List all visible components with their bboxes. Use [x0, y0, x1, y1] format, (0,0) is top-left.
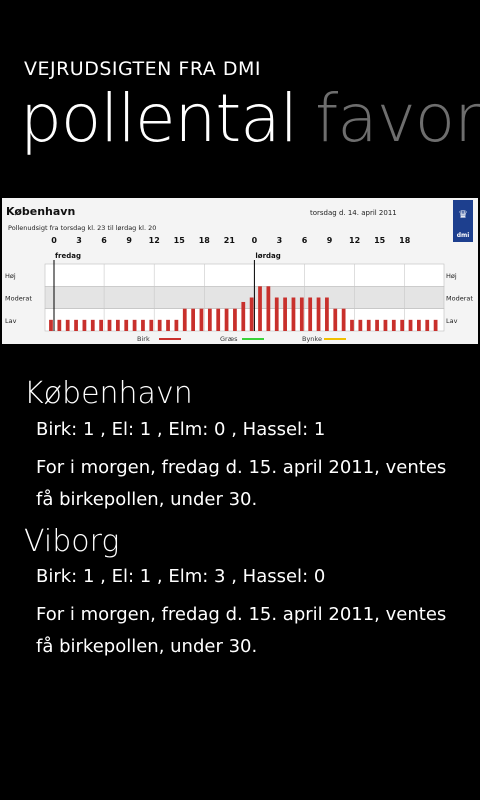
hour-tick-label: 3 [76, 236, 82, 245]
pollen-bar-birk [124, 319, 129, 331]
pollen-bar-birk [400, 319, 405, 331]
hour-tick-label: 9 [126, 236, 132, 245]
hour-tick-label: 18 [199, 236, 211, 245]
pollen-bar-birk [157, 319, 162, 331]
app-title: VEJRUDSIGTEN FRA DMI [24, 58, 261, 80]
hour-tick-label: 15 [374, 236, 386, 245]
chart-city: København [6, 205, 75, 218]
level-label-right: Høj [446, 272, 457, 280]
pollen-bar-birk [57, 319, 62, 331]
level-label-left: Moderat [5, 295, 32, 303]
chart-date: torsdag d. 14. april 2011 [310, 209, 397, 217]
legend-label: Birk [137, 335, 150, 343]
pollen-bar-birk [49, 319, 53, 331]
hour-tick-label: 12 [349, 236, 360, 245]
hour-tick-label: 12 [149, 236, 160, 245]
level-label-left: Lav [5, 317, 17, 325]
pollen-bar-birk [149, 319, 154, 331]
pollen-bar-birk [241, 301, 246, 331]
day-label: lørdag [255, 252, 280, 260]
dmi-crown-icon: ♛ [458, 208, 468, 221]
legend-swatch [324, 338, 346, 340]
city-counts-1: Birk: 1 , El: 1 , Elm: 0 , Hassel: 1 [36, 419, 326, 440]
pollen-bar-birk [358, 319, 363, 331]
pollen-bar-birk [266, 286, 271, 331]
pollen-bar-birk [65, 319, 70, 331]
pollen-bar-birk [375, 319, 379, 331]
pollen-bar-birk [350, 319, 354, 331]
pollen-bar-birk [258, 286, 262, 331]
hour-tick-label: 21 [224, 236, 236, 245]
pollen-bar-birk [249, 297, 254, 331]
pollen-bar-birk [333, 308, 338, 331]
pollen-bar-birk [299, 297, 304, 331]
pollen-bar-birk [74, 319, 78, 331]
hour-tick-label: 0 [51, 236, 57, 245]
legend-label: Bynke [302, 335, 322, 343]
pollen-bar-birk [366, 319, 371, 331]
pivot-tab-pollental[interactable]: pollental [20, 80, 298, 157]
city-forecast-2: For i morgen, fredag d. 15. april 2011, … [36, 604, 447, 657]
city-forecast-1: For i morgen, fredag d. 15. april 2011, … [36, 457, 447, 510]
dmi-logo: ♛ dmi [453, 200, 473, 242]
pollen-bar-birk [233, 308, 237, 331]
hour-tick-label: 18 [399, 236, 411, 245]
pollen-bar-birk [283, 297, 287, 331]
pollen-bar-birk [82, 319, 87, 331]
pollen-bar-birk [207, 308, 212, 331]
legend-label: Græs [220, 335, 238, 343]
level-band [44, 263, 445, 287]
pollen-bar-birk [132, 319, 137, 331]
dmi-logo-text: dmi [457, 232, 470, 239]
pollen-chart: København torsdag d. 14. april 2011 Poll… [2, 198, 478, 344]
hour-tick-label: 0 [252, 236, 258, 245]
pollen-bar-birk [191, 308, 196, 331]
city-name-1: København [24, 376, 193, 411]
pollen-bar-birk [325, 297, 329, 331]
pivot-tab-favoritter[interactable]: favori [315, 80, 480, 157]
pollen-bar-birk [433, 319, 438, 331]
pollen-bar-birk [383, 319, 388, 331]
pollen-bar-birk [425, 319, 430, 331]
pollen-bar-birk [291, 297, 296, 331]
hour-tick-label: 15 [174, 236, 186, 245]
pollen-bar-birk [199, 308, 204, 331]
pollen-bar-birk [166, 319, 170, 331]
pollen-chart-svg: København torsdag d. 14. april 2011 Poll… [5, 200, 473, 343]
pollen-bar-birk [274, 297, 279, 331]
pivot-header: pollental favori [20, 86, 480, 152]
hour-tick-label: 6 [101, 236, 107, 245]
city-name-2: Viborg [24, 524, 120, 559]
level-label-right: Lav [446, 317, 458, 325]
legend-swatch [159, 338, 181, 340]
hour-tick-label: 9 [327, 236, 333, 245]
pollen-bar-birk [115, 319, 120, 331]
pollen-bar-birk [417, 319, 421, 331]
city-counts-2: Birk: 1 , El: 1 , Elm: 3 , Hassel: 0 [36, 566, 326, 587]
level-label-right: Moderat [446, 295, 473, 303]
hour-tick-label: 3 [277, 236, 283, 245]
chart-subtitle: Pollenudsigt fra torsdag kl. 23 til lørd… [8, 224, 156, 232]
pollen-bar-birk [224, 308, 229, 331]
pollen-bar-birk [141, 319, 145, 331]
pollen-bar-birk [391, 319, 396, 331]
pollen-bar-birk [90, 319, 95, 331]
pollen-bar-birk [216, 308, 221, 331]
pollen-bar-birk [107, 319, 112, 331]
level-label-left: Høj [5, 272, 16, 280]
pollen-bar-birk [316, 297, 321, 331]
hour-tick-label: 6 [302, 236, 308, 245]
legend-swatch [242, 338, 264, 340]
pollen-bar-birk [308, 297, 313, 331]
day-label: fredag [55, 252, 81, 260]
pollen-bar-birk [341, 308, 346, 331]
pollen-bar-birk [408, 319, 413, 331]
pollen-bar-birk [174, 319, 179, 331]
pollen-bar-birk [182, 308, 187, 331]
pollen-bar-birk [99, 319, 104, 331]
